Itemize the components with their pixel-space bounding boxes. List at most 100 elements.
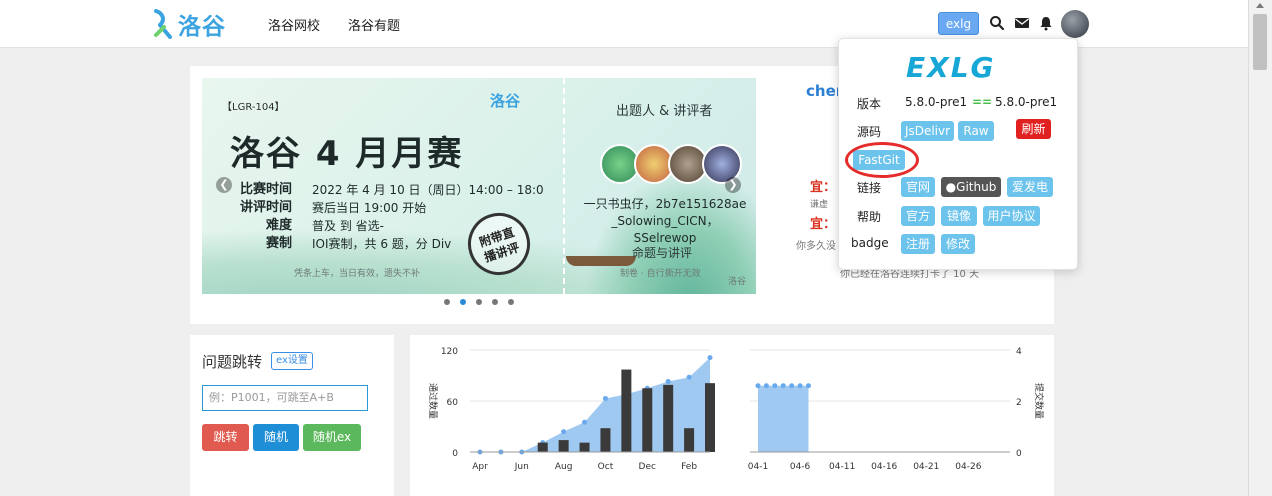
fortune-detail: 你多久没 (796, 241, 836, 252)
source-jsdelivr-button[interactable]: JsDelivr (901, 121, 954, 141)
x-tick-label: Jun (514, 462, 529, 472)
carousel-next-icon[interactable]: ❯ (725, 177, 741, 193)
x-tick-label: 04-26 (955, 462, 981, 472)
cumulative-area (480, 357, 710, 452)
carousel-dot[interactable] (444, 299, 450, 305)
scroll-up-arrow-icon[interactable] (1256, 3, 1264, 8)
luogu-logo[interactable]: 洛谷 (152, 8, 226, 40)
version-label: 版本 (857, 97, 882, 111)
fortune-good: 宜： (810, 217, 837, 232)
scrollbar-thumb[interactable] (1253, 14, 1267, 70)
monthly-bar (600, 428, 611, 452)
source-label: 源码 (857, 125, 882, 139)
nav-link-school[interactable]: 洛谷网校 (268, 15, 320, 34)
y-axis-label: 提交数量 (1033, 383, 1045, 419)
banner-subtitle: 命题与讲评 (632, 246, 693, 260)
random-button[interactable]: 随机 (253, 424, 299, 451)
help-mirror-button[interactable]: 镜像 (941, 206, 977, 226)
banner-info-key: 难度 (265, 218, 292, 233)
badge-register-button[interactable]: 注册 (901, 234, 935, 254)
submission-point (772, 383, 778, 389)
authors-line: 一只书虫仔，2b7e151628ae (583, 197, 747, 211)
version-local: 5.8.0-pre1 (905, 95, 968, 109)
version-equal: == (972, 95, 993, 109)
vertical-scrollbar[interactable] (1248, 0, 1272, 496)
carousel-dot[interactable] (492, 299, 498, 305)
problem-jump-input[interactable]: 例：P1001，可跳至A+B (202, 385, 368, 411)
monthly-bar (684, 428, 695, 452)
banner-title: 洛谷 4 月月赛 (230, 134, 464, 174)
banner-info-key: 讲评时间 (239, 200, 292, 215)
y-tick-label: 2 (1016, 398, 1022, 408)
carousel-dots (444, 299, 514, 305)
submission-point (797, 383, 803, 389)
banner-info-value: IOI赛制，共 6 题，分 Div (312, 237, 452, 251)
carousel-prev-icon[interactable]: ❮ (216, 177, 232, 193)
monthly-bar (642, 388, 653, 452)
fortune-detail: 谦虚 (810, 200, 829, 210)
monthly-bar (537, 442, 548, 452)
carousel-dot[interactable] (508, 299, 514, 305)
banner-tag: 【LGR-104】 (222, 102, 285, 113)
link-github-button[interactable]: ●Github (941, 177, 1001, 197)
x-tick-label: Dec (639, 462, 656, 472)
banner-slogan: 凭条上车，当日有效，遗失不补 (294, 269, 421, 279)
submission-point (789, 383, 795, 389)
ex-settings-button[interactable]: ex设置 (271, 352, 313, 370)
y-tick-label: 0 (452, 449, 458, 459)
link-official-button[interactable]: 官网 (901, 177, 935, 197)
x-tick-label: Apr (472, 462, 488, 472)
help-official-button[interactable]: 官方 (901, 206, 935, 226)
monthly-bar (579, 442, 590, 452)
x-tick-label: 04-16 (871, 462, 897, 472)
monthly-bar (663, 384, 674, 452)
authors-line: _Solowing_CICN，SSelrewop (611, 214, 719, 245)
monthly-bar (621, 369, 632, 452)
banner-divider (563, 78, 565, 294)
mail-icon[interactable] (1014, 15, 1030, 31)
problem-jump-title: 问题跳转 (202, 353, 263, 371)
carousel-dot[interactable] (476, 299, 482, 305)
x-tick-label: 04-11 (829, 462, 855, 472)
github-icon: ● (945, 180, 957, 194)
y-tick-label: 0 (1016, 449, 1022, 459)
banner-watermark: 洛谷 (728, 277, 747, 287)
cumulative-point (665, 378, 671, 384)
source-raw-button[interactable]: Raw (958, 121, 994, 141)
submission-point (780, 383, 786, 389)
nav-link-problems[interactable]: 洛谷有题 (348, 15, 400, 34)
badge-edit-button[interactable]: 修改 (941, 234, 975, 254)
help-agreement-button[interactable]: 用户协议 (983, 206, 1040, 226)
y-tick-label: 4 (1016, 347, 1022, 357)
refresh-button[interactable]: 刷新 (1016, 119, 1051, 139)
luogu-logo-icon (154, 9, 172, 39)
contest-banner[interactable]: 【LGR-104】 洛谷 洛谷 4 月月赛 比赛时间 2022 年 4 月 10 … (202, 78, 756, 294)
jump-button[interactable]: 跳转 (202, 424, 249, 451)
badge-label: badge (851, 236, 889, 250)
x-tick-label: 04-1 (748, 462, 768, 472)
carousel-dot-active[interactable] (460, 299, 466, 305)
banner-footnote: 制卷 · 自行撕开无效 (620, 269, 701, 279)
link-label: 链接 (857, 181, 882, 195)
link-afdian-button[interactable]: 爱发电 (1007, 177, 1053, 197)
bell-icon[interactable] (1038, 15, 1054, 31)
user-avatar[interactable] (1061, 10, 1089, 38)
banner-info-value: 赛后当日 19:00 开始 (312, 201, 427, 215)
logo-text: 洛谷 (178, 14, 226, 40)
submission-point (755, 383, 761, 389)
x-tick-label: Aug (555, 462, 573, 472)
exlg-button[interactable]: exlg (938, 12, 979, 35)
banner-info-value: 2022 年 4 月 10 日（周日）14:00 – 18:0 (312, 183, 544, 197)
exlg-logo: EXLG (906, 51, 996, 84)
search-icon[interactable] (989, 15, 1005, 31)
x-tick-label: Oct (598, 462, 614, 472)
cumulative-point (602, 395, 608, 401)
random-ex-button[interactable]: 随机ex (303, 424, 361, 451)
monthly-bar (705, 383, 715, 452)
annotation-circle (845, 142, 919, 178)
y-tick-label: 120 (441, 347, 458, 357)
cumulative-point (686, 374, 692, 380)
x-tick-label: 04-6 (790, 462, 811, 472)
statistics-charts: 120 60 0 通过数量 Apr Jun Aug Oct Dec Feb 4 2 0 提交数量 04-1… (427, 347, 1045, 472)
monthly-bar (558, 440, 569, 452)
